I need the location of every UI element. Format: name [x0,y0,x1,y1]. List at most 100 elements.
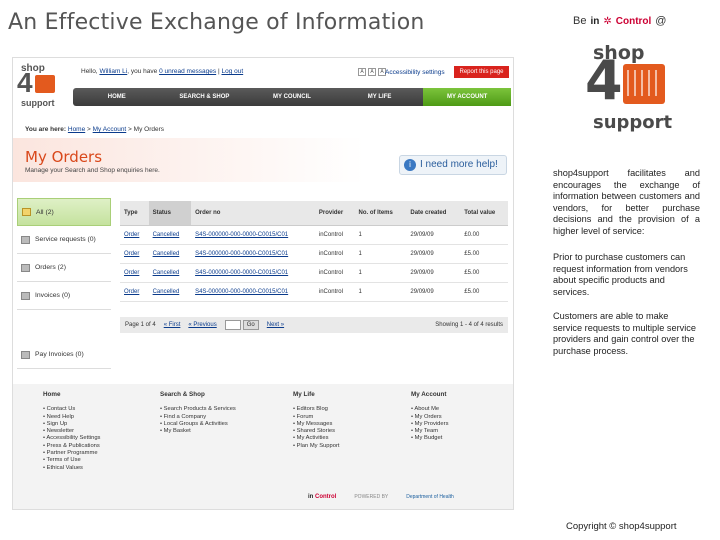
cell-order-no[interactable]: S4S-000000-000-0000-C0015/C01 [191,282,315,302]
footer-link[interactable]: Contact Us [43,406,100,413]
col-type[interactable]: Type [120,201,149,226]
page-indicator: Page 1 of 4 [125,322,156,328]
footer-link[interactable]: My Budget [411,435,448,442]
incontrol-control: Control [315,494,337,500]
nav-my-account[interactable]: MY ACCOUNT [423,88,511,106]
you-have-text: , you have [127,68,158,75]
logout-link[interactable]: Log out [221,68,243,75]
pay-invoice-icon [21,350,30,359]
col-provider[interactable]: Provider [314,201,355,226]
logo-support-text: support [593,112,673,133]
footer-link[interactable]: Editors Blog [293,406,340,413]
footer-col-home: Home Contact Us Need Help Sign Up Newsle… [43,391,100,472]
cart-icon [35,75,55,93]
accessibility-settings-link[interactable]: Accessibility settings [385,69,445,76]
cell-order-no[interactable]: S4S-000000-000-0000-C0015/C01 [191,225,315,245]
next-page-link[interactable]: Next » [267,322,284,328]
brand-control-text: Control [615,15,652,27]
footer-link[interactable]: Local Groups & Activities [160,421,236,428]
footer-link[interactable]: Plan My Support [293,443,340,450]
cell-date: 29/09/09 [406,244,461,264]
footer-link[interactable]: Terms of Use [43,457,100,464]
footer-link[interactable]: My Team [411,428,448,435]
site-logo[interactable]: shop 4 support [17,63,67,111]
footer-link[interactable]: Newsletter [43,428,100,435]
be-prefix: Be [573,15,587,27]
footer-link[interactable]: Partner Programme [43,450,100,457]
cell-total: £5.00 [460,282,508,302]
cell-items: 1 [354,282,407,302]
sidebar-item-pay-invoices[interactable]: Pay Invoices (0) [17,341,111,369]
cell-type[interactable]: Order [120,282,149,302]
footer-link[interactable]: Sign Up [43,421,100,428]
cell-order-no[interactable]: S4S-000000-000-0000-C0015/C01 [191,263,315,283]
shop4support-logo: shop 4 support [585,42,675,134]
cell-type[interactable]: Order [120,244,149,264]
cell-status[interactable]: Cancelled [148,263,192,283]
cell-type[interactable]: Order [120,225,149,245]
powered-by-logo[interactable]: POWERED BY [354,494,388,500]
footer-link[interactable]: Search Products & Services [160,406,236,413]
page-subtitle: Manage your Search and Shop enquiries he… [25,167,160,174]
sidebar-item-invoices[interactable]: Invoices (0) [17,282,111,310]
first-page-link[interactable]: « First [164,322,181,328]
footer-link[interactable]: Press & Publications [43,443,100,450]
table-row: Order Cancelled S4S-000000-000-0000-C001… [120,263,508,283]
footer-link[interactable]: Ethical Values [43,465,100,472]
previous-page-link[interactable]: « Previous [188,322,216,328]
main-nav: HOME SEARCH & SHOP MY COUNCIL MY LIFE MY… [73,88,511,106]
col-status[interactable]: Status [148,201,192,226]
col-order-no[interactable]: Order no [191,201,315,226]
col-date-created[interactable]: Date created [406,201,461,226]
breadcrumb-my-account[interactable]: My Account [93,126,127,133]
footer-col-my-account: My Account About Me My Orders My Provide… [411,391,448,443]
nav-my-council[interactable]: MY COUNCIL [248,88,336,106]
footer-link[interactable]: My Orders [411,414,448,421]
report-page-button[interactable]: Report this page [454,66,509,78]
cell-date: 29/09/09 [406,225,461,245]
cell-items: 1 [354,244,407,264]
cell-order-no[interactable]: S4S-000000-000-0000-C0015/C01 [191,244,315,264]
footer-link[interactable]: My Activities [293,435,340,442]
prior-purchase-paragraph: Prior to purchase customers can request … [553,252,688,297]
col-no-of-items[interactable]: No. of Items [354,201,407,226]
need-help-button[interactable]: i I need more help! [399,155,507,175]
cell-status[interactable]: Cancelled [148,225,192,245]
nav-my-life[interactable]: MY LIFE [336,88,424,106]
footer-link[interactable]: Find a Company [160,414,236,421]
sidebar-item-label: Service requests (0) [35,236,96,243]
nav-search-shop[interactable]: SEARCH & SHOP [161,88,249,106]
go-button[interactable]: Go [242,320,259,330]
cell-items: 1 [354,263,407,283]
footer-link[interactable]: Accessibility Settings [43,435,100,442]
orders-sidebar: All (2) Service requests (0) Orders (2) … [17,198,111,310]
breadcrumb: You are here: Home > My Account > My Ord… [25,126,165,133]
footer-link[interactable]: Forum [293,414,340,421]
incontrol-logo[interactable]: in Control [308,494,336,500]
sidebar-item-service-requests[interactable]: Service requests (0) [17,226,111,254]
page-number-input[interactable] [224,320,241,330]
cell-status[interactable]: Cancelled [148,282,192,302]
text-small-icon[interactable]: A [358,68,366,76]
breadcrumb-home[interactable]: Home [68,126,85,133]
footer-link[interactable]: My Providers [411,421,449,428]
footer-link[interactable]: My Messages [293,421,340,428]
nav-home[interactable]: HOME [73,88,161,106]
footer-link[interactable]: My Basket [160,428,236,435]
cell-status[interactable]: Cancelled [148,244,192,264]
text-medium-icon[interactable]: A [368,68,376,76]
cell-type[interactable]: Order [120,263,149,283]
footer-link[interactable]: About Me [411,406,448,413]
incontrol-in: in [308,494,314,500]
unread-messages-link[interactable]: 0 unread messages [159,68,216,75]
department-of-health-logo[interactable]: Department of Health [406,494,454,500]
cell-total: £0.00 [460,225,508,245]
user-name-link[interactable]: William Li [99,68,127,75]
be-in-control-line: Be in ✲ Control @ [573,15,666,27]
footer-link[interactable]: Need Help [43,414,100,421]
sidebar-item-all[interactable]: All (2) [17,198,111,226]
footer-link[interactable]: Shared Stories [293,428,340,435]
sidebar-item-orders[interactable]: Orders (2) [17,254,111,282]
col-total-value[interactable]: Total value [460,201,508,226]
footer-heading: My Life [293,391,315,398]
